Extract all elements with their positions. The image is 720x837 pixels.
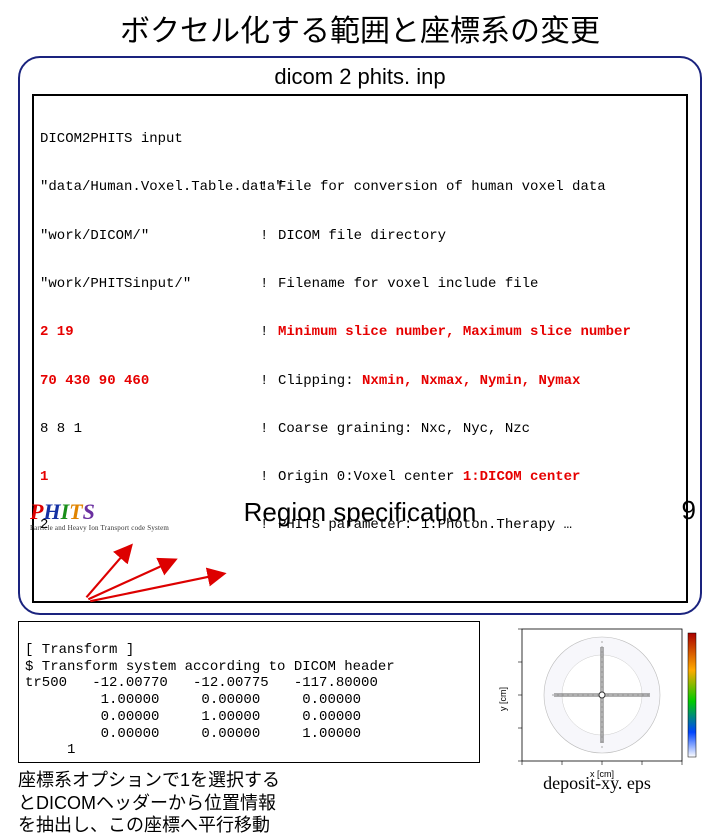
y-axis-label: y [cm] <box>498 687 508 711</box>
code-sep: ! <box>260 228 278 244</box>
tline: 1.00000 0.00000 0.00000 <box>25 692 361 708</box>
code-rhs: Coarse graining: Nxc, Nyc, Nzc <box>278 421 686 437</box>
code-rhs: Minimum slice number, Maximum slice numb… <box>278 324 686 340</box>
code-sep: ! <box>260 276 278 292</box>
slide-title: ボクセル化する範囲と座標系の変更 <box>0 0 720 54</box>
input-file-name: dicom 2 phits. inp <box>32 64 688 90</box>
note-line: 座標系オプションで1を選択する <box>18 769 480 792</box>
code-lhs: "work/DICOM/" <box>40 228 260 244</box>
code-lhs: 70 430 90 460 <box>40 373 260 389</box>
code-rhs-red: 1:DICOM center <box>463 469 581 485</box>
note-line: を抽出し、この座標へ平行移動 <box>18 814 480 837</box>
deposit-xy-figure: x [cm] y [cm] deposit-xy. eps <box>492 621 702 796</box>
transform-code: [ Transform ] $ Transform system accordi… <box>18 621 480 763</box>
code-header: DICOM2PHITS input <box>40 131 686 147</box>
code-rhs: Filename for voxel include file <box>278 276 686 292</box>
code-rhs-red: Nxmin, Nxmax, Nymin, Nymax <box>362 373 580 389</box>
code-rhs-red: Minimum slice number, Maximum slice numb… <box>278 324 631 340</box>
left-column: [ Transform ] $ Transform system accordi… <box>18 621 480 837</box>
page-number: 9 <box>682 495 696 526</box>
tline: 0.00000 0.00000 1.00000 <box>25 726 361 742</box>
code-sep: ! <box>260 421 278 437</box>
code-rhs: File for conversion of human voxel data <box>278 179 686 195</box>
figure-caption: deposit-xy. eps <box>492 773 702 794</box>
plot-svg: x [cm] y [cm] <box>492 621 702 796</box>
code-rhs-prefix: Clipping: <box>278 373 362 389</box>
footer-title: Region specification <box>0 497 720 528</box>
tline: 1 <box>25 742 75 758</box>
lower-section: [ Transform ] $ Transform system accordi… <box>18 621 702 837</box>
code-lhs: 1 <box>40 469 260 485</box>
arrow-annotation <box>74 539 264 607</box>
code-lhs: "data/Human.Voxel.Table.data" <box>40 179 260 195</box>
note-line: とDICOMヘッダーから位置情報 <box>18 792 480 815</box>
code-rhs-prefix: Origin 0:Voxel center <box>278 469 463 485</box>
code-rhs: Origin 0:Voxel center 1:DICOM center <box>278 469 686 485</box>
code-rhs: DICOM file directory <box>278 228 686 244</box>
code-lhs: 8 8 1 <box>40 421 260 437</box>
coordinate-note: 座標系オプションで1を選択する とDICOMヘッダーから位置情報 を抽出し、この… <box>18 769 480 837</box>
tline: tr500 -12.00770 -12.00775 -117.80000 <box>25 675 378 691</box>
code-sep: ! <box>260 373 278 389</box>
footer: PHITS Particle and Heavy Ion Transport c… <box>0 492 720 532</box>
code-lhs: "work/PHITSinput/" <box>40 276 260 292</box>
tline: [ Transform ] <box>25 642 134 658</box>
tline: $ Transform system according to DICOM he… <box>25 659 395 675</box>
tline: 0.00000 1.00000 0.00000 <box>25 709 361 725</box>
code-lhs: 2 19 <box>40 324 260 340</box>
code-rhs: Clipping: Nxmin, Nxmax, Nymin, Nymax <box>278 373 686 389</box>
code-sep: ! <box>260 179 278 195</box>
code-sep: ! <box>260 324 278 340</box>
code-sep: ! <box>260 469 278 485</box>
